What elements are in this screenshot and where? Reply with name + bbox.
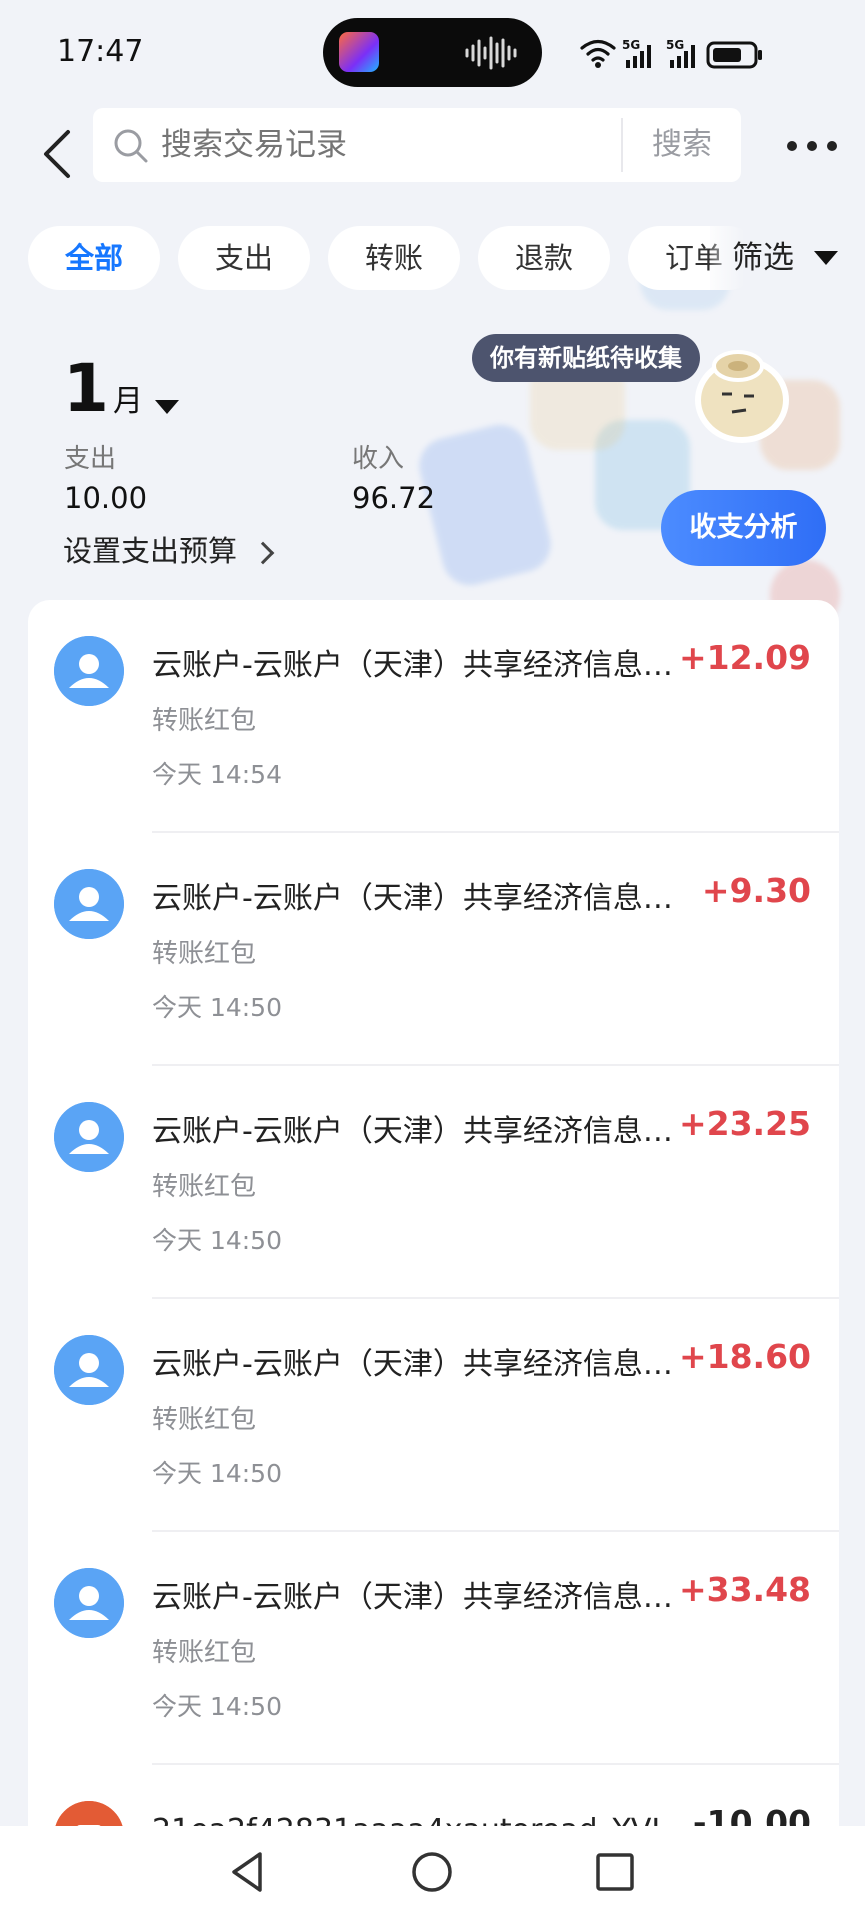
- transaction-name: 云账户-云账户（天津）共享经济信息咨询有限公司: [152, 1347, 700, 1382]
- transaction-type: 转账红包: [152, 706, 257, 736]
- transaction-amount: +23.25: [678, 1104, 811, 1143]
- battery-icon: [706, 41, 762, 69]
- dynamic-island: [323, 18, 542, 87]
- set-budget-link[interactable]: 设置支出预算: [63, 528, 275, 570]
- transaction-type: 转账红包: [152, 1638, 257, 1668]
- filter-label: 筛选: [732, 240, 794, 276]
- transaction-amount: +12.09: [678, 638, 811, 677]
- user-avatar-icon: [54, 869, 124, 939]
- income-label: 收入: [352, 444, 405, 474]
- tab-all[interactable]: 全部: [28, 226, 160, 290]
- sticker-tip-bubble[interactable]: 你有新贴纸待收集: [472, 334, 700, 382]
- svg-text:5G: 5G: [622, 38, 640, 52]
- system-navigation-bar: [0, 1826, 865, 1920]
- search-icon: [114, 129, 148, 163]
- caret-down-icon: [154, 399, 179, 414]
- chevron-left-icon[interactable]: [24, 118, 94, 188]
- filter-button[interactable]: 筛选: [710, 226, 865, 290]
- game-app-thumbnail: [339, 32, 379, 72]
- income-expense-analysis-button[interactable]: 收支分析: [661, 490, 826, 566]
- transaction-type: 转账红包: [152, 1172, 257, 1202]
- audio-wave-icon: [465, 36, 517, 70]
- transaction-list: 云账户-云账户（天津）共享经济信息咨询有限公司 +12.09 转账红包 今天 1…: [28, 600, 839, 1830]
- recents-square-icon[interactable]: [587, 1844, 643, 1900]
- system-status-icons: 5G 5G: [580, 38, 762, 69]
- month-unit: 月: [112, 384, 143, 419]
- search-button[interactable]: 搜索: [623, 108, 741, 182]
- tab-transfer[interactable]: 转账: [328, 226, 460, 290]
- transaction-amount: +9.30: [701, 871, 811, 910]
- svg-text:5G: 5G: [666, 38, 684, 52]
- tab-expense[interactable]: 支出: [178, 226, 310, 290]
- user-avatar-icon: [54, 1568, 124, 1638]
- transaction-type: 转账红包: [152, 939, 257, 969]
- transaction-time: 今天 14:50: [152, 1692, 282, 1721]
- search-input[interactable]: [161, 108, 591, 182]
- signal-5g-icon: 5G: [666, 38, 695, 68]
- chevron-right-icon: [251, 541, 275, 565]
- tab-refund[interactable]: 退款: [478, 226, 610, 290]
- user-avatar-icon: [54, 1102, 124, 1172]
- monthly-summary: 1月 支出 10.00 收入 96.72 设置支出预算 你有新贴纸待收集 收支分…: [0, 300, 865, 600]
- transaction-time: 今天 14:50: [152, 1459, 282, 1488]
- transaction-name: 云账户-云账户（天津）共享经济信息咨询有限公司: [152, 1580, 700, 1615]
- wifi-icon: [580, 39, 616, 62]
- transaction-name: 云账户-云账户（天津）共享经济信息咨询有限公司: [152, 648, 700, 683]
- home-circle-icon[interactable]: [404, 1844, 460, 1900]
- caret-down-icon: [814, 251, 838, 265]
- top-bar: 搜索: [0, 104, 865, 214]
- expense-label: 支出: [64, 444, 117, 474]
- list-item[interactable]: 云账户-云账户（天津）共享经济信息咨询有限公司 +9.30 转账红包 今天 14…: [28, 833, 839, 1066]
- list-item[interactable]: 21ea2f42831aaaa4xautoread_YVIP费 -10.00: [28, 1765, 839, 1830]
- budget-label: 设置支出预算: [63, 534, 238, 568]
- status-bar: 17:47 5G 5G: [0, 0, 865, 104]
- list-item[interactable]: 云账户-云账户（天津）共享经济信息咨询有限公司 +33.48 转账红包 今天 1…: [28, 1532, 839, 1765]
- transaction-type: 转账红包: [152, 1405, 257, 1435]
- month-selector[interactable]: 1月: [63, 350, 179, 427]
- transaction-amount: +33.48: [678, 1570, 811, 1609]
- search-box: 搜索: [93, 108, 741, 182]
- transaction-time: 今天 14:50: [152, 993, 282, 1022]
- month-number: 1: [63, 350, 109, 427]
- filter-tabs: 全部 支出 转账 退款 订单 筛选: [0, 226, 865, 292]
- user-avatar-icon: [54, 1335, 124, 1405]
- transaction-amount: +18.60: [678, 1337, 811, 1376]
- more-dots-icon[interactable]: [782, 126, 842, 166]
- expense-value: 10.00: [64, 481, 148, 515]
- transaction-time: 今天 14:54: [152, 760, 282, 789]
- transaction-time: 今天 14:50: [152, 1226, 282, 1255]
- back-triangle-icon[interactable]: [220, 1844, 276, 1900]
- signal-5g-icon: 5G: [622, 38, 651, 68]
- sticker-mascot-icon[interactable]: [680, 330, 800, 450]
- income-value: 96.72: [352, 481, 436, 515]
- list-item[interactable]: 云账户-云账户（天津）共享经济信息咨询有限公司 +23.25 转账红包 今天 1…: [28, 1066, 839, 1299]
- user-avatar-icon: [54, 636, 124, 706]
- transaction-name: 云账户-云账户（天津）共享经济信息咨询有限公司: [152, 1114, 700, 1149]
- list-item[interactable]: 云账户-云账户（天津）共享经济信息咨询有限公司 +18.60 转账红包 今天 1…: [28, 1299, 839, 1532]
- status-time: 17:47: [57, 34, 144, 69]
- list-item[interactable]: 云账户-云账户（天津）共享经济信息咨询有限公司 +12.09 转账红包 今天 1…: [28, 600, 839, 833]
- transaction-name: 云账户-云账户（天津）共享经济信息咨询有限公司: [152, 881, 700, 916]
